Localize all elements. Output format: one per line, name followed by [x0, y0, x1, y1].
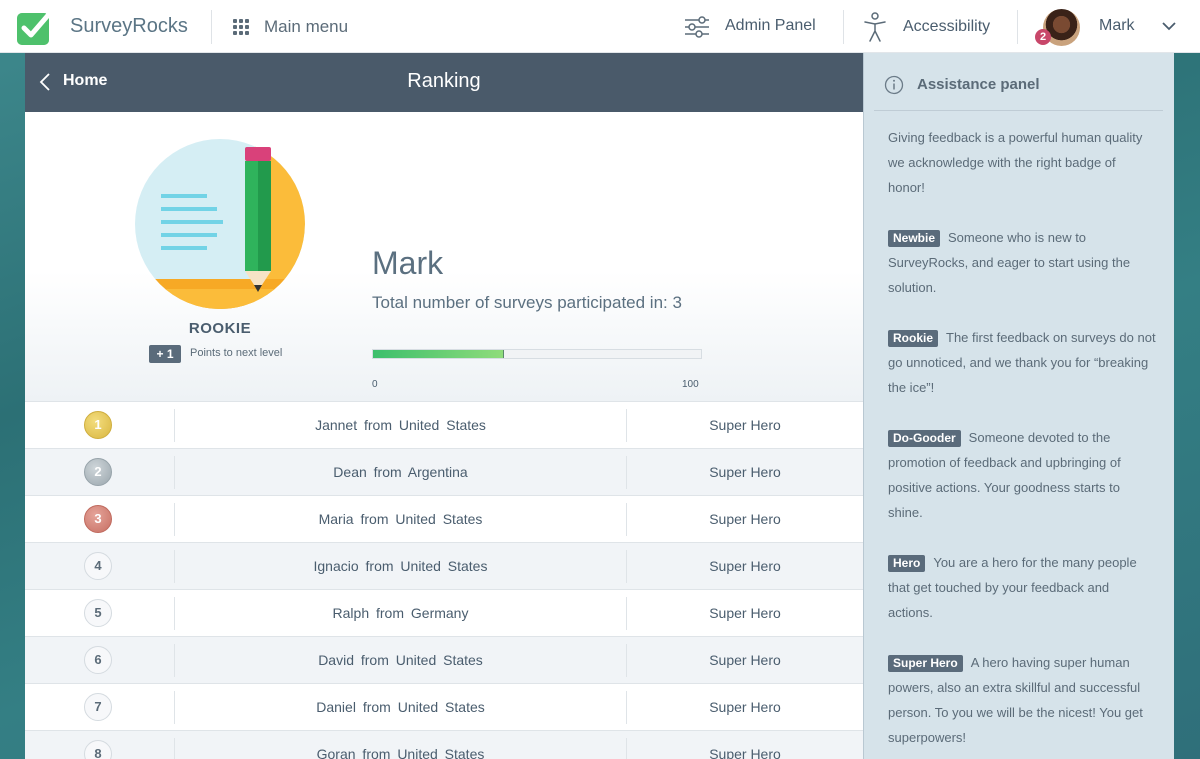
participant: Ralph from Germany — [332, 605, 469, 621]
main-menu-link[interactable]: Main menu — [264, 17, 348, 37]
participant: David from United States — [318, 652, 483, 668]
participant: Jannet from United States — [315, 417, 486, 433]
rank-medal: 7 — [84, 693, 112, 721]
divider — [211, 10, 212, 44]
points-chip: + 1 — [149, 345, 181, 363]
badge-text: You are a hero for the many people that … — [888, 555, 1137, 620]
table-row[interactable]: 2 Dean from Argentina Super Hero — [25, 449, 863, 496]
grid-menu-icon[interactable] — [233, 19, 249, 35]
badge-description: Super Hero A hero having super human powe… — [888, 650, 1156, 750]
participant-badge: Super Hero — [709, 511, 781, 527]
rookie-badge-illustration — [135, 139, 305, 309]
progress-max: 100 — [682, 379, 699, 390]
table-row[interactable]: 7 Daniel from United States Super Hero — [25, 684, 863, 731]
assistance-header: Assistance panel — [874, 53, 1163, 111]
participant: Goran from United States — [316, 746, 485, 759]
admin-panel-link[interactable]: Admin Panel — [725, 17, 816, 35]
ranking-table: 1 Jannet from United States Super Hero 2… — [25, 401, 863, 759]
brand-name[interactable]: SurveyRocks — [70, 15, 188, 38]
sliders-icon[interactable] — [684, 16, 710, 38]
points-to-next-level: Points to next level — [190, 347, 283, 359]
participant-badge: Super Hero — [709, 558, 781, 574]
participant-badge: Super Hero — [709, 464, 781, 480]
participant: Ignacio from United States — [313, 558, 488, 574]
info-icon — [884, 75, 904, 95]
assistance-body: Giving feedback is a powerful human qual… — [888, 125, 1156, 759]
rank-medal: 8 — [84, 740, 112, 759]
ranking-panel: Home Ranking ROOKIE + 1 Points to next l… — [25, 53, 863, 759]
page-title: Ranking — [407, 70, 481, 92]
notification-badge[interactable]: 2 — [1035, 29, 1051, 45]
participant-badge: Super Hero — [709, 605, 781, 621]
badge-description: Newbie Someone who is new to SurveyRocks,… — [888, 225, 1156, 300]
badge-description: Hero You are a hero for the many people t… — [888, 550, 1156, 625]
badge-description: Rookie The first feedback on surveys do n… — [888, 325, 1156, 400]
participant-badge: Super Hero — [709, 417, 781, 433]
panel-header: Home Ranking — [25, 53, 863, 112]
table-row[interactable]: 8 Goran from United States Super Hero — [25, 731, 863, 759]
assistance-panel: Assistance panel Giving feedback is a po… — [863, 53, 1174, 759]
participant-badge: Super Hero — [709, 652, 781, 668]
table-row[interactable]: 3 Maria from United States Super Hero — [25, 496, 863, 543]
divider — [1017, 10, 1018, 44]
top-bar: SurveyRocks Main menu Admin Panel Access… — [0, 0, 1200, 53]
logo-check-icon[interactable] — [16, 9, 53, 46]
participant: Maria from United States — [318, 511, 483, 527]
rank-medal: 4 — [84, 552, 112, 580]
rank-medal: 5 — [84, 599, 112, 627]
progress-min: 0 — [372, 379, 378, 390]
surveys-count: Total number of surveys participated in:… — [372, 293, 682, 312]
profile-summary: ROOKIE + 1 Points to next level Mark Tot… — [25, 112, 863, 401]
table-row[interactable]: 4 Ignacio from United States Super Hero — [25, 543, 863, 590]
badge-tag: Super Hero — [888, 655, 963, 672]
rank-medal: 6 — [84, 646, 112, 674]
participant: Dean from Argentina — [333, 464, 468, 480]
rank-medal: 3 — [84, 505, 112, 533]
table-row[interactable]: 1 Jannet from United States Super Hero — [25, 402, 863, 449]
accessibility-person-icon[interactable] — [863, 12, 887, 42]
participant-badge: Super Hero — [709, 699, 781, 715]
badge-tag: Hero — [888, 555, 926, 572]
progress-fill — [373, 350, 505, 358]
profile-name: Mark — [372, 245, 444, 281]
level-name: ROOKIE — [188, 320, 252, 337]
user-name[interactable]: Mark — [1099, 17, 1135, 35]
badge-tag: Newbie — [888, 230, 941, 247]
divider — [843, 10, 844, 44]
assistance-title: Assistance panel — [917, 76, 1040, 93]
progress-bar — [372, 349, 702, 359]
badge-description: Do-Gooder Someone devoted to the promotio… — [888, 425, 1156, 525]
table-row[interactable]: 6 David from United States Super Hero — [25, 637, 863, 684]
rank-medal: 1 — [84, 411, 112, 439]
assistance-intro: Giving feedback is a powerful human qual… — [888, 130, 1143, 195]
rank-medal: 2 — [84, 458, 112, 486]
badge-tag: Rookie — [888, 330, 939, 347]
participant-badge: Super Hero — [709, 746, 781, 759]
badge-tag: Do-Gooder — [888, 430, 961, 447]
table-row[interactable]: 5 Ralph from Germany Super Hero — [25, 590, 863, 637]
accessibility-link[interactable]: Accessibility — [903, 18, 990, 36]
chevron-down-icon[interactable] — [1162, 20, 1176, 32]
participant: Daniel from United States — [316, 699, 485, 715]
